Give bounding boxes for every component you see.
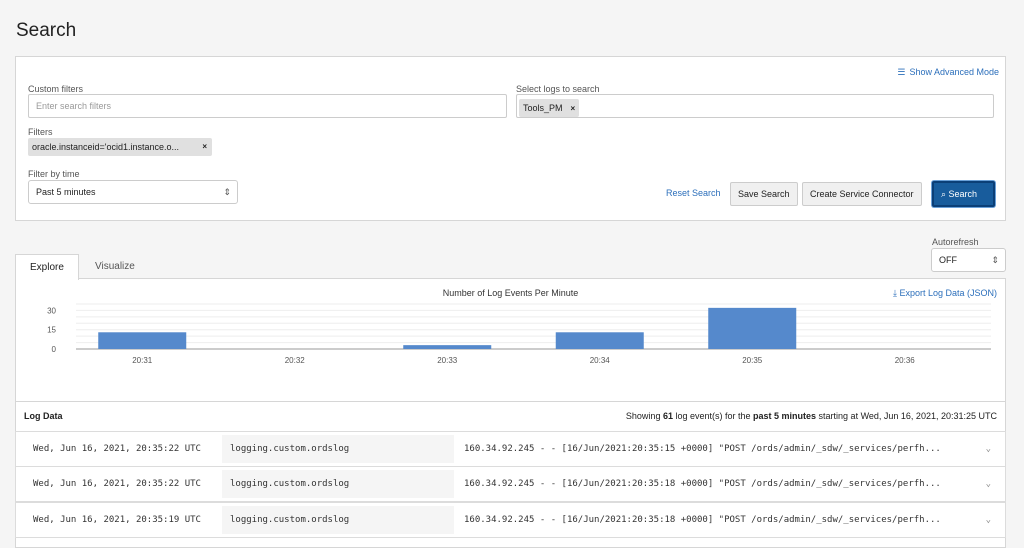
filter-by-time-label: Filter by time	[28, 169, 80, 179]
log-data-title: Log Data	[24, 411, 63, 421]
autorefresh-select[interactable]: OFF⇕	[931, 248, 1006, 272]
search-icon: ⌕	[941, 189, 949, 199]
custom-filters-label: Custom filters	[28, 84, 83, 94]
show-advanced-mode-link[interactable]: ☰Show Advanced Mode	[897, 67, 999, 78]
y-tick-label: 0	[52, 345, 57, 354]
x-tick-label: 20:32	[285, 356, 306, 365]
chevron-down-icon[interactable]: ⌄	[986, 503, 991, 537]
filter-by-time-select[interactable]: Past 5 minutes⇕	[28, 180, 238, 204]
x-tick-label: 20:34	[590, 356, 611, 365]
chart-title: Number of Log Events Per Minute	[16, 288, 1005, 298]
bar	[556, 332, 644, 349]
log-summary: Showing 61 log event(s) for the past 5 m…	[626, 411, 997, 421]
bar	[403, 345, 491, 349]
reset-search-link[interactable]: Reset Search	[666, 188, 721, 198]
y-tick-label: 30	[47, 306, 56, 315]
chevron-updown-icon: ⇕	[991, 249, 999, 271]
log-row[interactable]: Wed, Jun 16, 2021, 20:35:19 UTClogging.c…	[15, 502, 1006, 538]
search-panel: ☰Show Advanced Mode Custom filters Enter…	[15, 56, 1006, 221]
tab-explore[interactable]: Explore	[15, 254, 79, 280]
log-row[interactable]: Wed, Jun 16, 2021, 20:35:22 UTClogging.c…	[15, 431, 1006, 467]
search-button[interactable]: ⌕ Search	[932, 181, 995, 207]
remove-log-icon[interactable]: ×	[571, 104, 576, 113]
log-chip: Tools_PM×	[519, 99, 579, 117]
autorefresh-label: Autorefresh	[932, 237, 979, 247]
chevron-down-icon[interactable]: ⌄	[986, 467, 991, 501]
chevron-updown-icon: ⇕	[223, 181, 231, 203]
export-log-data-link[interactable]: ⤓ Export Log Data (JSON)	[893, 288, 997, 299]
remove-filter-icon[interactable]: ×	[202, 138, 207, 156]
x-tick-label: 20:35	[742, 356, 763, 365]
y-tick-label: 15	[47, 326, 56, 335]
log-row[interactable]: Wed, Jun 16, 2021, 20:35:22 UTClogging.c…	[15, 466, 1006, 502]
filter-chip: oracle.instanceid='ocid1.instance.o...×	[28, 138, 212, 156]
save-search-button[interactable]: Save Search	[730, 182, 798, 206]
create-service-connector-button[interactable]: Create Service Connector	[802, 182, 922, 206]
sliders-icon: ☰	[897, 67, 905, 77]
tab-visualize[interactable]: Visualize	[81, 254, 149, 279]
x-tick-label: 20:31	[132, 356, 153, 365]
filters-label: Filters	[28, 127, 53, 137]
bar-chart: 0 15 30 20:31 20:32 20:33 20:34 20:35 20:36	[16, 299, 1005, 379]
x-tick-label: 20:33	[437, 356, 458, 365]
page-title: Search	[16, 20, 76, 42]
select-logs-label: Select logs to search	[516, 84, 600, 94]
custom-filters-input[interactable]: Enter search filters	[28, 94, 507, 118]
x-tick-label: 20:36	[895, 356, 916, 365]
chevron-down-icon[interactable]: ⌄	[986, 432, 991, 466]
bar	[708, 308, 796, 349]
bar	[98, 332, 186, 349]
select-logs-input[interactable]: Tools_PM×	[516, 94, 994, 118]
